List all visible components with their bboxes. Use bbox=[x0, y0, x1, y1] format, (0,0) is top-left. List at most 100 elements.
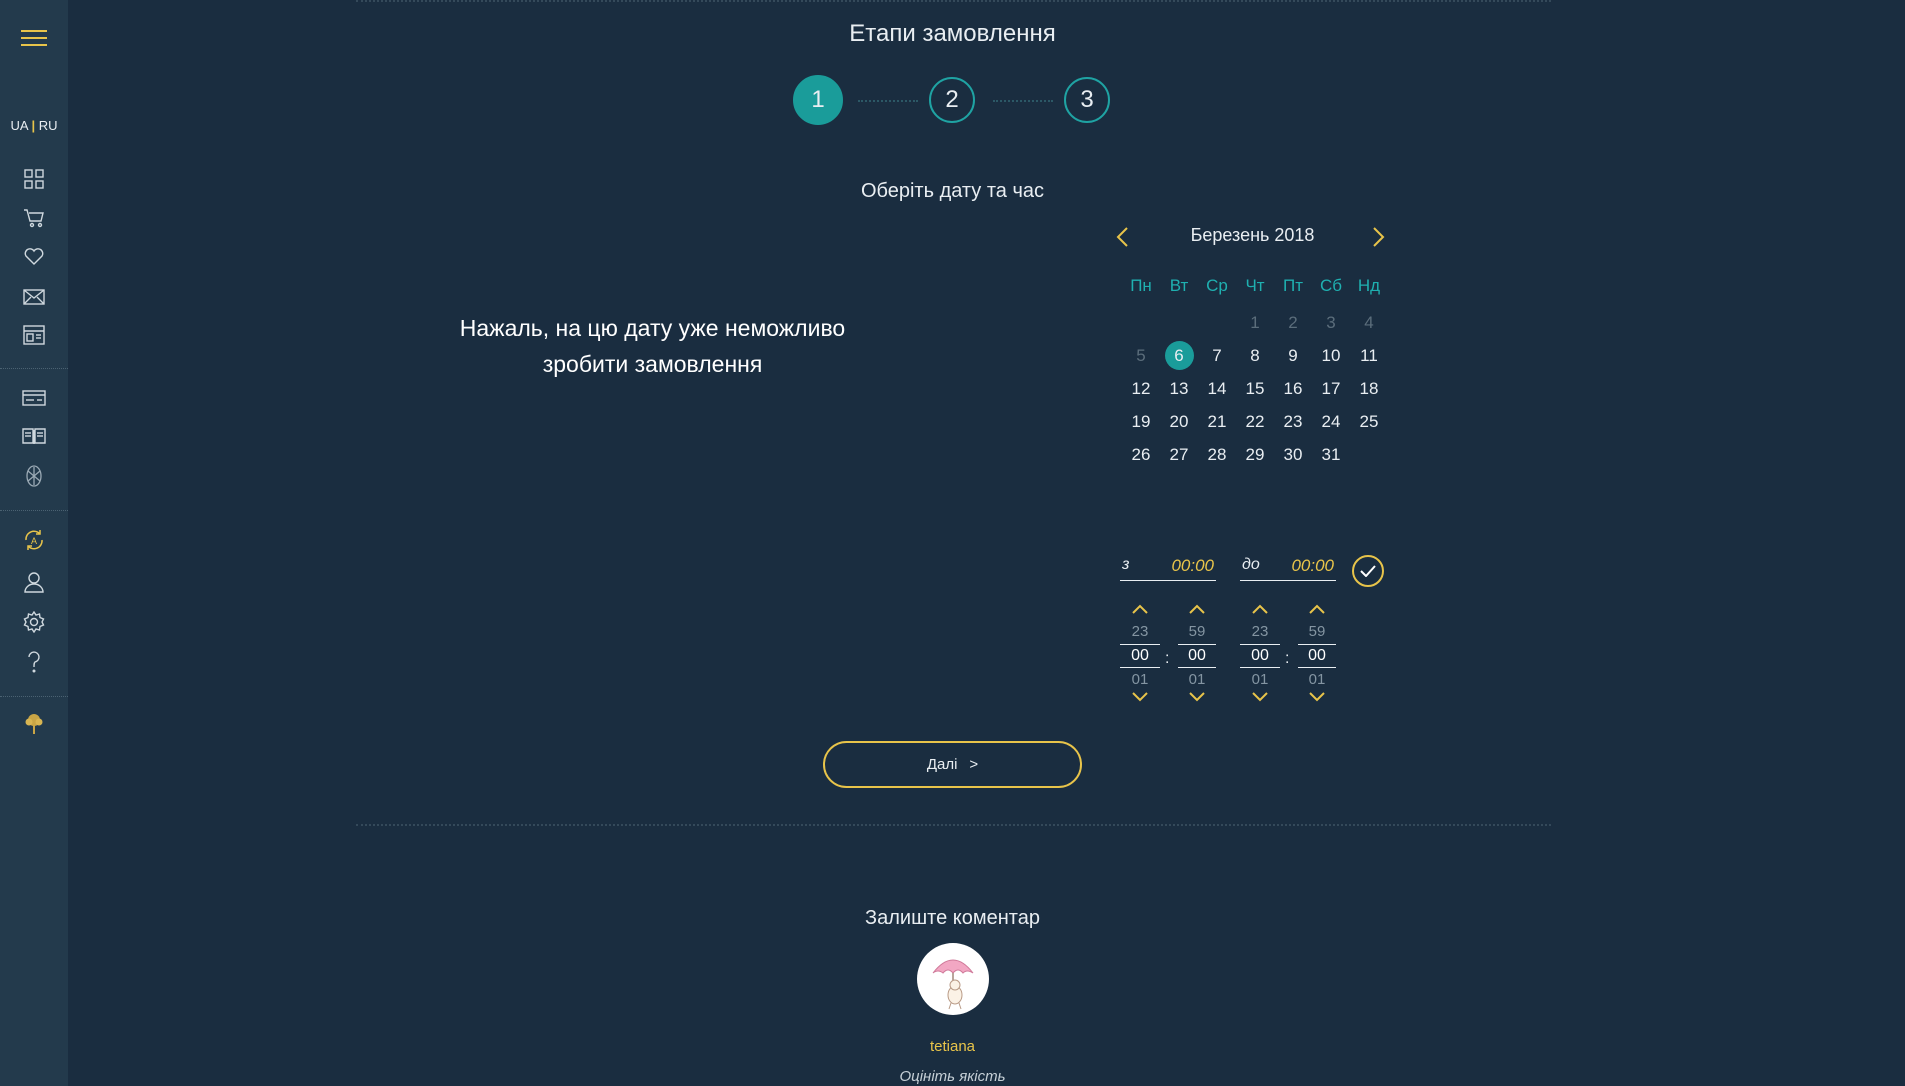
calendar-day[interactable]: 14 bbox=[1198, 372, 1236, 405]
rate-quality-label: Оцініть якість bbox=[899, 1068, 1006, 1085]
to-hours-prev: 23 bbox=[1251, 623, 1269, 640]
calendar-day[interactable]: 8 bbox=[1236, 339, 1274, 372]
next-button[interactable]: Далі > bbox=[823, 741, 1082, 788]
weekday-header: Пт bbox=[1282, 276, 1303, 295]
step-2[interactable]: 2 bbox=[929, 77, 975, 123]
top-divider bbox=[356, 0, 1551, 2]
next-arrow-icon: > bbox=[969, 756, 979, 773]
calendar-day[interactable]: 30 bbox=[1274, 438, 1312, 471]
calendar-day-label: 20 bbox=[1169, 412, 1189, 431]
calendar-day-label: 29 bbox=[1245, 445, 1265, 464]
chevron-up-icon[interactable] bbox=[1178, 604, 1216, 620]
tree-icon[interactable] bbox=[0, 712, 68, 736]
from-hours-spinner[interactable]: 23 00 01 bbox=[1120, 604, 1160, 708]
calendar-day-label: 4 bbox=[1364, 313, 1374, 332]
time-from-field[interactable]: з 00:00 bbox=[1120, 550, 1216, 581]
calendar-day-label: 23 bbox=[1283, 412, 1303, 431]
calendar-day[interactable]: 7 bbox=[1198, 339, 1236, 372]
calendar-day[interactable]: 26 bbox=[1122, 438, 1160, 471]
calendar-day[interactable]: 11 bbox=[1350, 339, 1388, 372]
time-to-field[interactable]: до 00:00 bbox=[1240, 550, 1336, 581]
heart-icon[interactable] bbox=[0, 246, 68, 268]
cart-icon[interactable] bbox=[0, 207, 68, 229]
chevron-up-icon[interactable] bbox=[1240, 604, 1280, 620]
calendar-day[interactable]: 16 bbox=[1274, 372, 1312, 405]
calendar-day[interactable]: 9 bbox=[1274, 339, 1312, 372]
step-3[interactable]: 3 bbox=[1064, 77, 1110, 123]
svg-text:A: A bbox=[31, 536, 37, 546]
card-icon[interactable] bbox=[0, 388, 68, 408]
to-minutes-spinner[interactable]: 59 00 01 bbox=[1298, 604, 1336, 708]
calendar-day-label: 12 bbox=[1131, 379, 1151, 398]
time-from-label: з bbox=[1122, 556, 1130, 573]
date-section-title: Оберіть дату та час bbox=[860, 180, 1045, 202]
calendar-day[interactable]: 19 bbox=[1122, 405, 1160, 438]
help-icon[interactable] bbox=[0, 650, 68, 674]
calendar-day-label: 2 bbox=[1288, 313, 1298, 332]
comment-username[interactable]: tetiana bbox=[0, 1038, 1905, 1055]
calendar-day-label: 30 bbox=[1283, 445, 1303, 464]
lang-separator: | bbox=[31, 118, 36, 133]
book-icon[interactable] bbox=[0, 426, 68, 446]
calendar-day: 5 bbox=[1122, 339, 1160, 372]
calendar-day[interactable]: 12 bbox=[1122, 372, 1160, 405]
calendar-day[interactable]: 17 bbox=[1312, 372, 1350, 405]
next-month-icon[interactable] bbox=[1370, 225, 1390, 249]
date-unavailable-notice: Нажаль, на цю дату уже неможливо зробити… bbox=[459, 315, 846, 377]
calendar-day[interactable]: 25 bbox=[1350, 405, 1388, 438]
to-hours-spinner[interactable]: 23 00 01 bbox=[1240, 604, 1280, 708]
page-title: Етапи замовлення bbox=[849, 20, 1056, 47]
calendar-day-label: 27 bbox=[1169, 445, 1189, 464]
gear-icon[interactable] bbox=[0, 610, 68, 634]
step-connector bbox=[993, 100, 1053, 102]
calendar-grid: Пн Вт Ср Чт Пт Сб Нд 1 2 3 4 5 6 7 8 9 10 11 12 13 14 15 16 17 1… bbox=[1122, 273, 1388, 471]
chevron-up-icon[interactable] bbox=[1298, 604, 1336, 620]
calendar-header: Березень 2018 bbox=[1115, 225, 1390, 249]
chevron-down-icon[interactable] bbox=[1298, 692, 1336, 708]
calendar-day[interactable]: 18 bbox=[1350, 372, 1388, 405]
calendar-day[interactable]: 27 bbox=[1160, 438, 1198, 471]
chevron-down-icon[interactable] bbox=[1240, 692, 1280, 708]
calendar-day-label: 9 bbox=[1288, 346, 1298, 365]
user-icon[interactable] bbox=[0, 570, 68, 594]
step-connector bbox=[858, 100, 918, 102]
mail-icon[interactable] bbox=[0, 286, 68, 308]
time-to-value: 00:00 bbox=[1291, 556, 1334, 575]
calendar-day-label: 24 bbox=[1321, 412, 1341, 431]
calendar-day[interactable]: 13 bbox=[1160, 372, 1198, 405]
calendar-day[interactable]: 10 bbox=[1312, 339, 1350, 372]
layout-icon[interactable] bbox=[0, 324, 68, 346]
chevron-up-icon[interactable] bbox=[1120, 604, 1160, 620]
lang-ua[interactable]: UA bbox=[10, 118, 27, 133]
calendar-day[interactable]: 28 bbox=[1198, 438, 1236, 471]
calendar-day-label: 5 bbox=[1136, 346, 1146, 365]
calendar-day[interactable]: 24 bbox=[1312, 405, 1350, 438]
calendar-day-label: 10 bbox=[1321, 346, 1341, 365]
chevron-down-icon[interactable] bbox=[1120, 692, 1160, 708]
calendar-day[interactable]: 31 bbox=[1312, 438, 1350, 471]
calendar-day[interactable]: 29 bbox=[1236, 438, 1274, 471]
sync-icon[interactable]: A bbox=[0, 528, 68, 552]
calendar-day[interactable]: 15 bbox=[1236, 372, 1274, 405]
calendar-day-label: 25 bbox=[1359, 412, 1379, 431]
calendar-day-label: 28 bbox=[1207, 445, 1227, 464]
calendar-day[interactable]: 20 bbox=[1160, 405, 1198, 438]
step-1[interactable]: 1 bbox=[793, 75, 843, 125]
calendar-empty-cell bbox=[1160, 306, 1198, 339]
calendar-day[interactable]: 21 bbox=[1198, 405, 1236, 438]
calendar-day-label: 3 bbox=[1326, 313, 1336, 332]
calendar-day[interactable]: 22 bbox=[1236, 405, 1274, 438]
calendar-day-label: 7 bbox=[1212, 346, 1222, 365]
from-hours-current: 00 bbox=[1120, 644, 1160, 668]
time-separator: : bbox=[1285, 650, 1290, 667]
calendar-day[interactable]: 6 bbox=[1160, 339, 1198, 372]
next-button-label: Далі bbox=[926, 756, 958, 773]
calendar-day[interactable]: 23 bbox=[1274, 405, 1312, 438]
flower-icon[interactable] bbox=[0, 464, 68, 488]
chevron-down-icon[interactable] bbox=[1178, 692, 1216, 708]
from-minutes-current: 00 bbox=[1178, 644, 1216, 668]
from-minutes-spinner[interactable]: 59 00 01 bbox=[1178, 604, 1216, 708]
confirm-time-button[interactable] bbox=[1352, 555, 1384, 587]
lang-ru[interactable]: RU bbox=[39, 118, 58, 133]
weekday-header: Нд bbox=[1357, 276, 1381, 295]
